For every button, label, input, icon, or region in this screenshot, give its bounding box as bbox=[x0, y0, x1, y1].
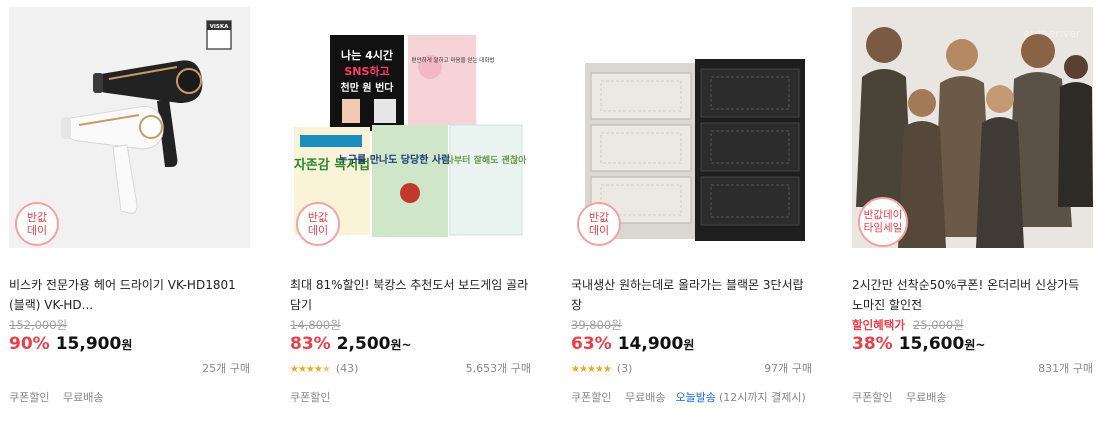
same-day-shipping-note: (12시까지 결제시) bbox=[718, 391, 806, 404]
badge-line: 데이 bbox=[307, 224, 329, 237]
free-shipping-tag: 무료배송 bbox=[624, 391, 666, 404]
price-row: 38% 15,600원~ bbox=[852, 334, 985, 354]
badge-line: 반값 bbox=[26, 211, 48, 224]
purchase-count: 5,653개 구매 bbox=[465, 362, 531, 375]
free-shipping-tag: 무료배송 bbox=[62, 391, 104, 404]
product-card[interactable]: 나는 4시간 SNS하고 천만 원 번다 편안하게 말하고 마음을 얻는 대화법… bbox=[290, 7, 531, 419]
book-title-text: 편안하게 말하고 마음을 얻는 대화법 bbox=[412, 56, 495, 64]
benefit-tags: 쿠폰할인 bbox=[290, 390, 340, 406]
discount-rate: 90% bbox=[9, 334, 50, 354]
coupon-tag: 쿠폰할인 bbox=[290, 391, 331, 404]
sale-price: 15,600 bbox=[898, 334, 965, 354]
purchase-count: 25개 구매 bbox=[202, 362, 250, 375]
product-grid: VISKA 반값 데이 비스카 전문가용 헤어 드라이기 VK-HD1801 (… bbox=[0, 0, 1102, 426]
product-title[interactable]: 최대 81%할인! 북캉스 추천도서 보드게임 골라담기 bbox=[290, 275, 531, 315]
benefit-tags: 쿠폰할인 무료배송 bbox=[852, 390, 956, 406]
book-title-text: SNS하고 bbox=[344, 64, 389, 78]
review-count: (3) bbox=[616, 362, 633, 375]
product-image[interactable]: ontheriver 반값데이 타임세일 bbox=[852, 7, 1093, 248]
product-image[interactable]: 나는 4시간 SNS하고 천만 원 번다 편안하게 말하고 마음을 얻는 대화법… bbox=[290, 7, 531, 248]
half-price-day-badge: 반값 데이 bbox=[577, 202, 621, 246]
half-price-day-badge: 반값 데이 bbox=[15, 202, 59, 246]
benefit-tags: 쿠폰할인 무료배송 bbox=[9, 390, 113, 406]
sale-price: 15,900 bbox=[55, 334, 122, 354]
discount-rate: 63% bbox=[571, 334, 612, 354]
star-rating-icon: ★★★★★ bbox=[290, 364, 331, 375]
original-price-row: 39,800원 bbox=[571, 317, 622, 333]
benefit-tags: 쿠폰할인 무료배송 오늘발송 (12시까지 결제시) bbox=[571, 390, 816, 406]
stars-full: ★★★★ bbox=[290, 364, 323, 375]
book-title-text: 나부터 잘해도 괜찮아 bbox=[446, 154, 528, 166]
currency-unit: 원 bbox=[121, 338, 133, 352]
currency-unit: 원 bbox=[683, 338, 695, 352]
discount-benefit-label: 할인혜택가 bbox=[852, 318, 905, 332]
same-day-shipping-tag: 오늘발송 bbox=[675, 391, 716, 404]
rating: ★★★★★ (43) bbox=[290, 361, 358, 378]
currency-unit: 원~ bbox=[390, 338, 412, 352]
product-card[interactable]: 반값 데이 국내생산 원하는데로 올라가는 블랙몬 3단서랍장 39,800원 … bbox=[571, 7, 812, 419]
product-title[interactable]: 비스카 전문가용 헤어 드라이기 VK-HD1801 (블랙) VK-HD... bbox=[9, 275, 250, 315]
badge-line: 타임세일 bbox=[863, 222, 903, 234]
original-price-row: 152,000원 bbox=[9, 317, 67, 333]
product-card[interactable]: ontheriver 반값데이 타임세일 2시간만 선착순50%쿠폰! 온더리버… bbox=[852, 7, 1093, 419]
badge-line: 데이 bbox=[26, 224, 48, 237]
original-price: 14,800원 bbox=[290, 318, 341, 332]
free-shipping-tag: 무료배송 bbox=[905, 391, 947, 404]
product-title[interactable]: 국내생산 원하는데로 올라가는 블랙몬 3단서랍장 bbox=[571, 275, 812, 315]
price-row: 90% 15,900원 bbox=[9, 334, 132, 354]
book-title-text: 나는 4시간 bbox=[341, 48, 393, 62]
half-price-time-sale-badge: 반값데이 타임세일 bbox=[858, 197, 908, 247]
discount-rate: 38% bbox=[852, 334, 893, 354]
original-price-row: 14,800원 bbox=[290, 317, 341, 333]
half-price-day-badge: 반값 데이 bbox=[296, 202, 340, 246]
original-price-row: 할인혜택가 25,000원 bbox=[852, 317, 964, 333]
price-row: 63% 14,900원 bbox=[571, 334, 694, 354]
currency-unit: 원~ bbox=[964, 338, 986, 352]
product-title[interactable]: 2시간만 선착순50%쿠폰! 온더리버 신상가득 노마진 할인전 bbox=[852, 275, 1093, 315]
rating: ★★★★★ (3) bbox=[571, 361, 632, 378]
badge-line: 반값 bbox=[588, 211, 610, 224]
discount-rate: 83% bbox=[290, 334, 331, 354]
half-star-icon: ★ bbox=[321, 364, 331, 375]
purchase-count: 97개 구매 bbox=[764, 362, 812, 375]
coupon-tag: 쿠폰할인 bbox=[852, 391, 893, 404]
sale-price: 2,500 bbox=[336, 334, 391, 354]
product-image[interactable]: 반값 데이 bbox=[571, 7, 812, 248]
badge-line: 반값데이 bbox=[863, 209, 903, 221]
coupon-tag: 쿠폰할인 bbox=[571, 391, 612, 404]
product-card[interactable]: VISKA 반값 데이 비스카 전문가용 헤어 드라이기 VK-HD1801 (… bbox=[9, 7, 250, 419]
sale-price: 14,900 bbox=[617, 334, 684, 354]
purchase-count: 831개 구매 bbox=[1038, 362, 1093, 375]
viska-logo: VISKA bbox=[210, 24, 230, 30]
original-price: 25,000원 bbox=[912, 318, 964, 332]
coupon-tag: 쿠폰할인 bbox=[9, 391, 50, 404]
review-count: (43) bbox=[335, 362, 359, 375]
star-rating-icon: ★★★★★ bbox=[571, 364, 612, 375]
product-image[interactable]: VISKA 반값 데이 bbox=[9, 7, 250, 248]
original-price: 39,800원 bbox=[571, 318, 622, 332]
price-row: 83% 2,500원~ bbox=[290, 334, 412, 354]
book-title-text: 천만 원 번다 bbox=[341, 81, 395, 94]
badge-line: 데이 bbox=[588, 224, 610, 237]
badge-line: 반값 bbox=[307, 211, 329, 224]
original-price: 152,000원 bbox=[9, 318, 68, 332]
